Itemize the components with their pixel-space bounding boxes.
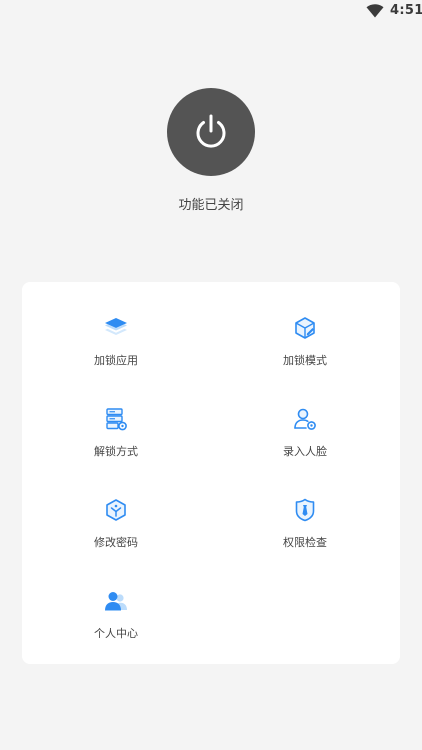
menu-item-label: 权限检查 bbox=[283, 536, 327, 549]
wifi-icon bbox=[366, 4, 384, 18]
menu-item-label: 加锁应用 bbox=[94, 354, 138, 367]
function-status-text: 功能已关闭 bbox=[178, 198, 244, 213]
package-icon bbox=[106, 499, 126, 521]
menu-item-label: 个人中心 bbox=[94, 627, 138, 640]
power-toggle-button[interactable] bbox=[167, 88, 255, 176]
menu-item-lock-mode[interactable]: 加锁模式 bbox=[245, 314, 365, 384]
cube-edit-icon bbox=[295, 317, 315, 339]
server-settings-icon bbox=[106, 408, 127, 431]
menu-item-label: 录入人脸 bbox=[283, 445, 327, 458]
menu-item-change-password[interactable]: 修改密码 bbox=[56, 496, 176, 566]
menu-item-unlock-method[interactable]: 解锁方式 bbox=[56, 405, 176, 475]
status-time: 4:51 bbox=[390, 3, 422, 18]
menu-card: 加锁应用 加锁模式 解锁方式 录入人脸 修改密码 权限检查 个人中心 bbox=[22, 282, 400, 664]
menu-item-profile[interactable]: 个人中心 bbox=[56, 587, 176, 657]
menu-item-enroll-face[interactable]: 录入人脸 bbox=[245, 405, 365, 475]
status-bar: 4:51 bbox=[0, 0, 422, 24]
users-icon bbox=[105, 592, 127, 611]
menu-item-label: 加锁模式 bbox=[283, 354, 327, 367]
menu-item-label: 修改密码 bbox=[94, 536, 138, 549]
user-settings-icon bbox=[294, 408, 316, 430]
menu-item-lock-apps[interactable]: 加锁应用 bbox=[56, 314, 176, 384]
menu-item-permission-check[interactable]: 权限检查 bbox=[245, 496, 365, 566]
shield-check-icon bbox=[295, 498, 315, 522]
menu-item-label: 解锁方式 bbox=[94, 445, 138, 458]
layers-icon bbox=[105, 318, 127, 335]
power-icon bbox=[196, 114, 226, 148]
